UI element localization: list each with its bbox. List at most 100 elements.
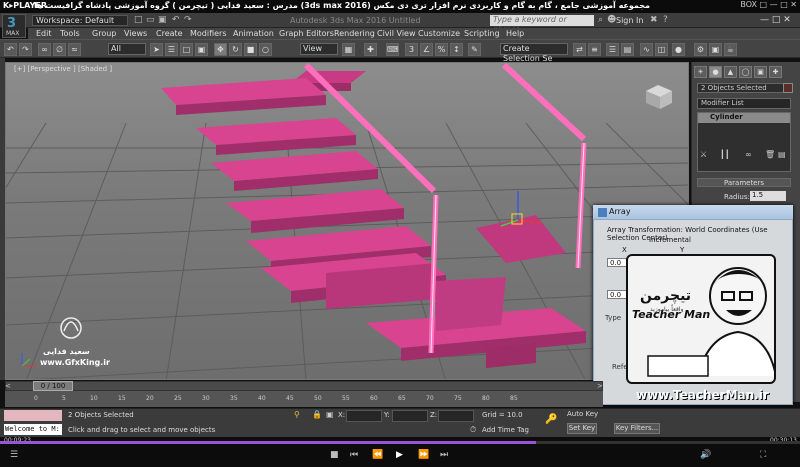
set-key-button[interactable]: Set Key [567, 423, 597, 434]
menu-civil-view[interactable]: Civil View [377, 29, 416, 38]
menu-modifiers[interactable]: Modifiers [190, 29, 227, 38]
perspective-viewport[interactable]: [+] [Perspective ] [Shaded ] سعید فدایی … [5, 62, 689, 380]
player-window-buttons[interactable]: BOX □ — □ ✕ [740, 0, 797, 9]
window-crossing-icon[interactable]: ▣ [195, 43, 208, 56]
select-manipulate-icon[interactable]: ✚ [364, 43, 377, 56]
isolate-selection-icon[interactable]: ⚲ [294, 410, 300, 419]
menu-graph-editors[interactable]: Graph Editors [279, 29, 334, 38]
menu-create[interactable]: Create [156, 29, 183, 38]
pivot-center-icon[interactable]: ▦ [342, 43, 355, 56]
auto-key-button[interactable]: Auto Key [567, 410, 599, 420]
add-time-tag-button[interactable]: Add Time Tag [482, 426, 529, 434]
time-prev-icon[interactable]: < [5, 382, 11, 390]
layer-manager-icon[interactable]: ☰ [606, 43, 619, 56]
x-coordinate-field[interactable] [346, 410, 382, 422]
absolute-mode-icon[interactable]: ▣ [326, 410, 334, 419]
menu-rendering[interactable]: Rendering [334, 29, 375, 38]
align-icon[interactable]: ≡ [588, 43, 601, 56]
snaps-toggle-icon[interactable]: 3 [405, 43, 418, 56]
new-scene-icon[interactable]: □ [134, 15, 143, 25]
radius-spinner[interactable]: 1.5 [750, 191, 786, 201]
maxscript-mini-listener-output[interactable] [4, 410, 62, 421]
exchange-icon[interactable]: ✖ [650, 15, 658, 25]
scene-explorer-icon[interactable]: ▤ [621, 43, 634, 56]
menu-tools[interactable]: Tools [60, 29, 80, 38]
time-next-icon[interactable]: > [597, 382, 603, 390]
rendered-frame-window-icon[interactable]: ▣ [709, 43, 722, 56]
hierarchy-tab-icon[interactable]: ▲ [724, 66, 737, 78]
modifier-stack-item[interactable]: Cylinder [698, 113, 790, 123]
lock-selection-icon[interactable]: 🔒 [312, 410, 322, 419]
render-production-icon[interactable]: ☕ [724, 43, 737, 56]
material-editor-icon[interactable]: ● [672, 43, 685, 56]
menu-customize[interactable]: Customize [418, 29, 460, 38]
render-setup-icon[interactable]: ⚙ [694, 43, 707, 56]
player-play-icon[interactable]: ▶ [396, 450, 403, 460]
application-button[interactable]: 3 MAX [2, 14, 26, 38]
sign-in-link[interactable]: Sign In [616, 16, 643, 25]
window-controls[interactable]: — □ ✕ [760, 15, 791, 25]
maxscript-mini-listener[interactable]: Welcome to M: [4, 424, 62, 435]
spinner-snap-icon[interactable]: ↕ [450, 43, 463, 56]
workspace-dropdown[interactable]: Workspace: Default [32, 15, 128, 26]
menu-help[interactable]: Help [506, 29, 524, 38]
player-previous-icon[interactable]: ⏮ [350, 450, 358, 460]
menu-animation[interactable]: Animation [233, 29, 274, 38]
menu-scripting[interactable]: Scripting [464, 29, 500, 38]
bind-space-warp-icon[interactable]: ≈ [68, 43, 81, 56]
time-slider[interactable] [5, 381, 603, 391]
curve-editor-icon[interactable]: ∿ [640, 43, 653, 56]
make-unique-icon[interactable]: ∞ [745, 150, 752, 159]
remove-modifier-icon[interactable]: 🗑 [765, 150, 775, 159]
unlink-icon[interactable]: ∅ [53, 43, 66, 56]
redo-icon[interactable]: ↷ [184, 15, 192, 25]
viewport-label[interactable]: [+] [Perspective ] [Shaded ] [14, 65, 112, 73]
percent-snap-icon[interactable]: % [435, 43, 448, 56]
undo-icon[interactable]: ↶ [4, 43, 17, 56]
modify-tab-icon[interactable]: ● [709, 66, 722, 78]
named-selection-set-dropdown[interactable]: Create Selection Se [500, 43, 568, 63]
player-volume-icon[interactable]: 🔊 [700, 450, 711, 460]
modifier-list-dropdown[interactable]: Modifier List [697, 98, 791, 109]
search-icon[interactable]: ⌕ [598, 15, 603, 25]
selection-filter-dropdown[interactable]: All [108, 43, 146, 55]
show-end-result-icon[interactable]: ┃┃ [720, 150, 730, 159]
select-and-move-icon[interactable]: ✥ [214, 43, 227, 56]
open-file-icon[interactable]: ▭ [146, 15, 155, 25]
edit-named-selection-icon[interactable]: ✎ [468, 43, 481, 56]
display-tab-icon[interactable]: ▣ [754, 66, 767, 78]
reference-coordinate-dropdown[interactable]: View [300, 43, 338, 55]
player-forward-icon[interactable]: ⏩ [418, 450, 429, 460]
time-tag-icon[interactable]: ⏱ [470, 425, 476, 435]
select-and-link-icon[interactable]: ∞ [38, 43, 51, 56]
menu-group[interactable]: Group [92, 29, 116, 38]
select-and-scale-icon[interactable]: ■ [244, 43, 257, 56]
configure-sets-icon[interactable]: ▤ [778, 150, 786, 159]
set-key-icon[interactable]: 🔑 [545, 414, 557, 425]
array-dialog-title[interactable]: Array [593, 205, 793, 220]
utilities-tab-icon[interactable]: ✚ [769, 66, 782, 78]
object-color-swatch[interactable] [783, 83, 793, 93]
z-coordinate-field[interactable] [438, 410, 474, 422]
select-by-name-icon[interactable]: ☰ [165, 43, 178, 56]
select-and-rotate-icon[interactable]: ↻ [229, 43, 242, 56]
place-icon[interactable]: ○ [259, 43, 272, 56]
player-rewind-icon[interactable]: ⏪ [372, 450, 383, 460]
object-name-field[interactable]: 2 Objects Selected [697, 83, 791, 93]
keyboard-shortcut-icon[interactable]: ⌨ [386, 43, 399, 56]
rectangular-selection-icon[interactable]: □ [180, 43, 193, 56]
save-file-icon[interactable]: ▣ [158, 15, 167, 25]
schematic-view-icon[interactable]: ◫ [655, 43, 668, 56]
create-tab-icon[interactable]: ☀ [694, 66, 707, 78]
parameters-rollout[interactable]: Parameters [697, 178, 791, 187]
search-input[interactable]: Type a keyword or phrase [490, 15, 594, 34]
player-fullscreen-icon[interactable]: ⛶ [760, 450, 766, 460]
menu-views[interactable]: Views [124, 29, 147, 38]
time-slider-thumb[interactable]: 0 / 100 [33, 381, 73, 391]
angle-snap-icon[interactable]: ∠ [420, 43, 433, 56]
player-menu-icon[interactable]: ☰ [10, 450, 18, 460]
mirror-icon[interactable]: ⇄ [573, 43, 586, 56]
select-object-icon[interactable]: ➤ [150, 43, 163, 56]
player-stop-icon[interactable]: ■ [330, 450, 339, 460]
pin-stack-icon[interactable]: ⚔ [700, 150, 707, 159]
